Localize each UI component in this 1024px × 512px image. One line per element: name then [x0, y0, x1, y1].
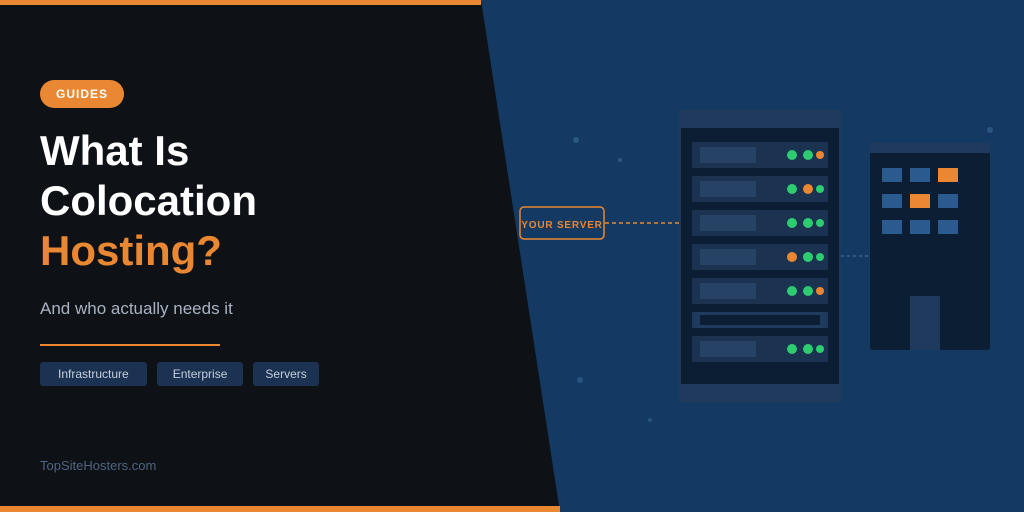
your-server-label: YOUR SERVER — [521, 220, 602, 231]
rack-unit — [692, 336, 828, 362]
rack-slot — [692, 312, 828, 328]
rack-unit — [692, 176, 828, 202]
rack-unit — [692, 142, 828, 168]
your-server-tag: YOUR SERVER — [519, 206, 605, 240]
rack-unit — [692, 278, 828, 304]
rack-unit — [692, 244, 828, 270]
rack-unit — [692, 210, 828, 236]
data-center-building-icon — [870, 143, 990, 350]
colocation-illustration: YOUR SERVER — [519, 109, 993, 422]
door-icon — [910, 296, 940, 350]
server-rack-icon — [679, 109, 841, 403]
